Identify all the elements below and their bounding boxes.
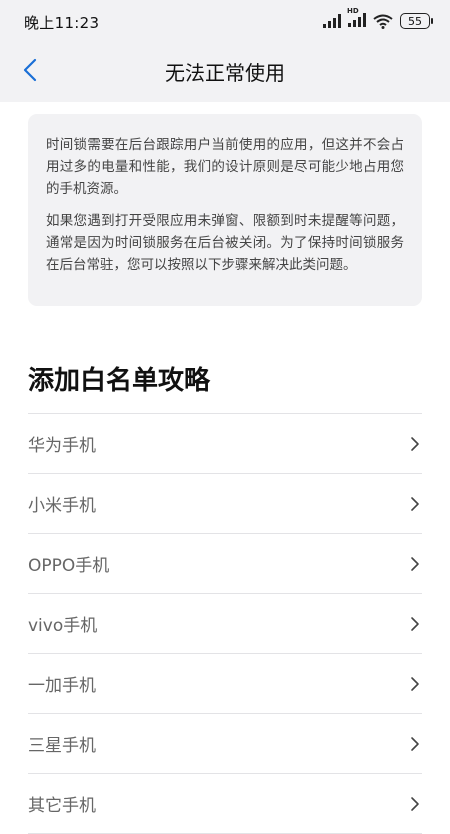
status-time: 晚上11:23 bbox=[24, 14, 100, 32]
list-item-label: 小米手机 bbox=[28, 496, 96, 516]
section-title: 添加白名单攻略 bbox=[28, 366, 211, 396]
list-item-label: vivo手机 bbox=[28, 616, 98, 636]
status-bar: 晚上11:23 HD 55 bbox=[0, 0, 450, 40]
chevron-right-icon bbox=[411, 436, 419, 451]
info-paragraph-2: 如果您遇到打开受限应用未弹窗、限额到时未提醒等问题，通常是因为时间锁服务在后台被… bbox=[46, 213, 404, 273]
chevron-right-icon bbox=[411, 676, 419, 691]
nav-bar: 无法正常使用 bbox=[0, 40, 450, 102]
list-item-label: 三星手机 bbox=[28, 736, 96, 756]
info-paragraph-1: 时间锁需要在后台跟踪用户当前使用的应用，但这并不会占用过多的电量和性能，我们的设… bbox=[46, 137, 404, 197]
chevron-right-icon bbox=[411, 736, 419, 751]
info-card: 时间锁需要在后台跟踪用户当前使用的应用，但这并不会占用过多的电量和性能，我们的设… bbox=[28, 114, 422, 306]
chevron-right-icon bbox=[411, 556, 419, 571]
battery-icon: 55 bbox=[400, 13, 433, 29]
chevron-right-icon bbox=[411, 496, 419, 511]
list-item-oneplus[interactable]: 一加手机 bbox=[28, 654, 422, 714]
list-item-label: 其它手机 bbox=[28, 796, 96, 816]
brand-list: 华为手机 小米手机 OPPO手机 vivo手机 一加手机 三星手机 其它手机 bbox=[28, 413, 422, 834]
list-item-label: OPPO手机 bbox=[28, 556, 110, 576]
list-item-samsung[interactable]: 三星手机 bbox=[28, 714, 422, 774]
status-icons: HD 55 bbox=[323, 7, 433, 31]
wifi-icon bbox=[373, 14, 393, 29]
list-item-oppo[interactable]: OPPO手机 bbox=[28, 534, 422, 594]
list-item-label: 一加手机 bbox=[28, 676, 96, 696]
list-item-other[interactable]: 其它手机 bbox=[28, 774, 422, 834]
list-item-huawei[interactable]: 华为手机 bbox=[28, 414, 422, 474]
chevron-right-icon bbox=[411, 616, 419, 631]
list-item-vivo[interactable]: vivo手机 bbox=[28, 594, 422, 654]
battery-level: 55 bbox=[408, 14, 422, 28]
hd-signal-icon: HD bbox=[347, 7, 366, 31]
signal-icon bbox=[323, 14, 341, 28]
list-item-xiaomi[interactable]: 小米手机 bbox=[28, 474, 422, 534]
chevron-right-icon bbox=[411, 796, 419, 811]
list-item-label: 华为手机 bbox=[28, 436, 96, 456]
page-title: 无法正常使用 bbox=[165, 61, 285, 85]
